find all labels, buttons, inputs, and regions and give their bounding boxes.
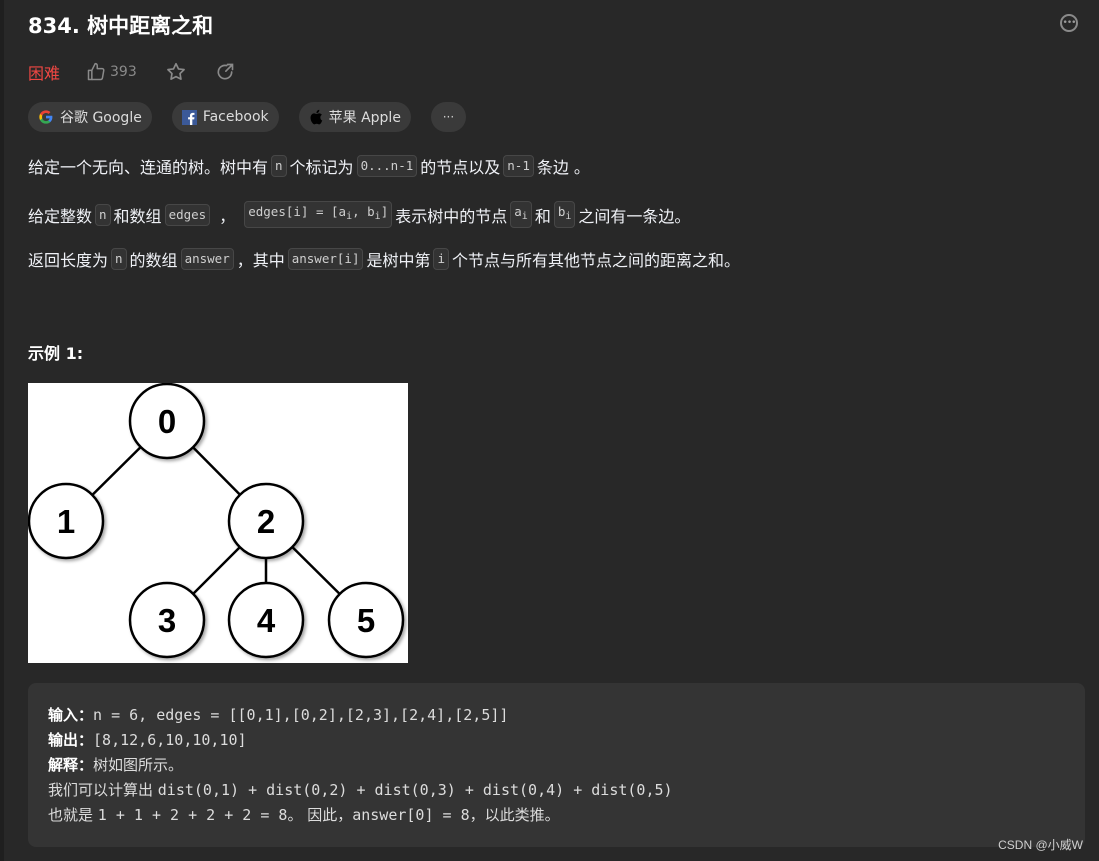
tree-node-2: 2 xyxy=(227,482,305,560)
more-companies-button[interactable]: ··· xyxy=(430,102,466,132)
tree-node-3: 3 xyxy=(128,581,206,659)
text: 表示树中的节点 xyxy=(395,206,508,226)
output-value: [8,12,6,10,10,10] xyxy=(93,731,247,749)
description-paragraph-3: 返回长度为 n 的数组 answer ，其中 answer[i] 是树中第 i … xyxy=(28,247,740,271)
facebook-icon xyxy=(181,109,197,125)
output-label: 输出： xyxy=(48,731,94,749)
text: 的节点以及 xyxy=(420,158,501,177)
thumbs-up-icon xyxy=(87,62,105,81)
company-tag-apple[interactable]: 苹果 Apple xyxy=(298,102,411,132)
company-tag-label: 谷歌 Google xyxy=(60,110,142,126)
problem-title: 834. 树中距离之和 xyxy=(28,14,214,38)
example-input: 输入：n = 6, edges = [[0,1],[0,2],[2,3],[2,… xyxy=(48,703,673,728)
tree-node-0: 0 xyxy=(128,382,206,460)
difficulty-badge: 困难 xyxy=(28,64,61,83)
inline-code: n-1 xyxy=(503,155,534,177)
code-text: 1 + 1 + 2 + 2 + 2 = 8 xyxy=(97,806,288,824)
inline-code: answer xyxy=(180,248,234,270)
text: 个节点与所有其他节点之间的距离之和。 xyxy=(452,251,741,270)
star-icon xyxy=(166,62,185,80)
example-explanation-line: 也就是 1 + 1 + 2 + 2 + 2 = 8。 因此，answer[0] … xyxy=(48,803,673,828)
text: 和 xyxy=(534,206,551,226)
inline-code: edges xyxy=(164,203,211,226)
like-button[interactable]: 393 xyxy=(86,62,137,82)
text: ， xyxy=(219,206,236,226)
tree-node-label: 3 xyxy=(158,602,176,639)
tree-node-label: 4 xyxy=(257,602,276,639)
apple-icon xyxy=(309,109,323,125)
tree-node-label: 1 xyxy=(57,503,75,540)
code-sub: i xyxy=(565,211,572,222)
input-label: 输入： xyxy=(48,706,94,724)
favorite-button[interactable] xyxy=(165,61,187,83)
text: ，其中 xyxy=(236,251,285,270)
tree-node-4: 4 xyxy=(227,581,305,659)
code-text: answer[0] = 8 xyxy=(352,806,470,824)
inline-code: edges[i] = [ai, bi] xyxy=(244,201,393,228)
text: 条边 。 xyxy=(536,158,590,177)
company-tag-facebook[interactable]: Facebook xyxy=(171,102,279,132)
share-icon xyxy=(217,63,234,80)
more-horizontal-icon: ··· xyxy=(442,110,455,124)
description-paragraph-2: 给定整数 n 和数组 edges ， edges[i] = [ai, bi] 表… xyxy=(28,201,690,228)
tree-node-label: 2 xyxy=(257,503,275,540)
inline-code: i xyxy=(433,248,450,270)
text: 返回长度为 xyxy=(28,251,109,270)
left-edge xyxy=(0,0,4,861)
tree-node-5: 5 xyxy=(327,581,405,659)
inline-code: n xyxy=(95,203,111,226)
like-count: 393 xyxy=(110,64,137,80)
explain-value: 树如图所示。 xyxy=(93,756,184,774)
company-tag-label: Facebook xyxy=(202,109,269,125)
example-explanation: 解释：树如图所示。 xyxy=(48,753,673,778)
code-part: , b xyxy=(352,204,375,219)
google-icon xyxy=(38,109,54,125)
tree-svg: 0 1 2 3 4 5 xyxy=(27,382,405,659)
example-title: 示例 1: xyxy=(28,344,84,363)
tree-node-1: 1 xyxy=(27,482,105,560)
inline-code: answer[i] xyxy=(287,248,364,270)
text: 的数组 xyxy=(129,251,178,270)
code-text: dist(0,1) + dist(0,2) + dist(0,3) + dist… xyxy=(157,781,673,799)
inline-code: n xyxy=(271,155,287,177)
text: 是树中第 xyxy=(366,251,431,270)
text: 。 因此， xyxy=(287,806,353,824)
input-value: n = 6, edges = [[0,1],[0,2],[2,3],[2,4],… xyxy=(93,706,509,724)
example-block: 输入：n = 6, edges = [[0,1],[0,2],[2,3],[2,… xyxy=(28,683,1085,847)
explain-label: 解释： xyxy=(48,756,94,774)
text: 也就是 xyxy=(48,806,98,824)
text: 个标记为 xyxy=(289,158,354,177)
tree-diagram: 0 1 2 3 4 5 xyxy=(27,382,408,663)
more-options-icon[interactable]: ••• xyxy=(1060,14,1078,32)
problem-meta: 困难 393 xyxy=(28,60,263,84)
inline-code: ai xyxy=(510,201,532,228)
inline-code: n xyxy=(111,248,127,270)
text: 我们可以计算出 xyxy=(48,781,158,799)
example-explanation-line: 我们可以计算出 dist(0,1) + dist(0,2) + dist(0,3… xyxy=(48,778,673,803)
share-button[interactable] xyxy=(215,62,235,82)
watermark: CSDN @小威W xyxy=(998,838,1083,852)
company-tags: 谷歌 Google Facebook 苹果 Apple ··· xyxy=(28,102,486,132)
text: 和数组 xyxy=(113,206,162,226)
code-part: a xyxy=(514,204,522,219)
code-part: ] xyxy=(380,204,389,219)
inline-code: 0...n-1 xyxy=(356,155,418,177)
company-tag-label: 苹果 Apple xyxy=(328,110,401,126)
text: 给定一个无向、连通的树。树中有 xyxy=(28,158,269,177)
company-tag-google[interactable]: 谷歌 Google xyxy=(28,102,152,132)
inline-code: bi xyxy=(553,201,576,228)
code-part: edges[i] = [a xyxy=(248,204,347,219)
code-sub: i xyxy=(521,211,528,222)
example-output: 输出：[8,12,6,10,10,10] xyxy=(48,728,673,753)
text: ，以此类推。 xyxy=(469,806,560,824)
description-paragraph-1: 给定一个无向、连通的树。树中有 n 个标记为 0...n-1 的节点以及 n-1… xyxy=(28,154,590,178)
tree-node-label: 0 xyxy=(158,403,176,440)
text: 之间有一条边。 xyxy=(578,206,691,226)
text: 给定整数 xyxy=(28,206,93,226)
tree-node-label: 5 xyxy=(357,602,375,639)
